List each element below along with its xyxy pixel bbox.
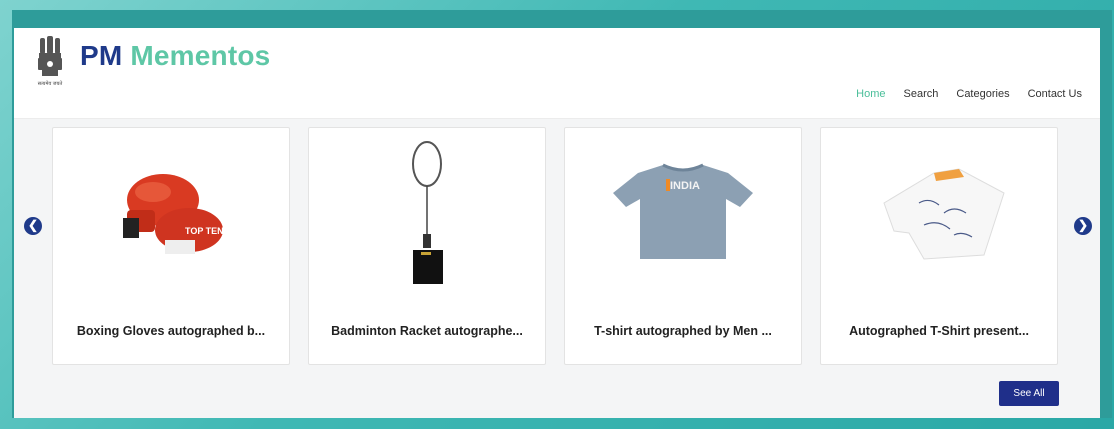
white-tshirt-image bbox=[821, 128, 1057, 298]
nav-contact-us[interactable]: Contact Us bbox=[1028, 88, 1082, 100]
see-all-button[interactable]: See All bbox=[999, 381, 1059, 406]
chevron-left-icon[interactable]: ❮ bbox=[24, 217, 42, 235]
app-window: सत्यमेव जयते PM Mementos Home Search Cat… bbox=[14, 28, 1100, 418]
badminton-racket-image bbox=[309, 128, 545, 298]
nav-home[interactable]: Home bbox=[856, 88, 885, 100]
memento-card[interactable]: INDIA T-shirt autographed by Men ... bbox=[564, 127, 802, 365]
memento-card-title: Autographed T-Shirt present... bbox=[849, 324, 1029, 338]
memento-card[interactable]: Autographed T-Shirt present... bbox=[820, 127, 1058, 365]
memento-card[interactable]: TOP TEN Boxing Gloves autographed b... bbox=[52, 127, 290, 365]
memento-card[interactable]: Badminton Racket autographe... bbox=[308, 127, 546, 365]
memento-card-title: T-shirt autographed by Men ... bbox=[594, 324, 772, 338]
site-title[interactable]: PM Mementos bbox=[80, 40, 270, 72]
shirt-text: INDIA bbox=[670, 180, 700, 192]
chevron-right-icon[interactable]: ❯ bbox=[1074, 217, 1092, 235]
national-emblem-icon: सत्यमेव जयते bbox=[38, 36, 63, 87]
boxing-gloves-image: TOP TEN bbox=[53, 128, 289, 298]
memento-card-title: Badminton Racket autographe... bbox=[331, 324, 523, 338]
site-header: सत्यमेव जयते PM Mementos Home Search Cat… bbox=[14, 28, 1100, 119]
site-title-part2: Mementos bbox=[130, 40, 271, 71]
nav-categories[interactable]: Categories bbox=[956, 88, 1009, 100]
india-tshirt-image: INDIA bbox=[565, 128, 801, 298]
site-title-part1: PM bbox=[80, 40, 123, 71]
memento-card-title: Boxing Gloves autographed b... bbox=[76, 324, 266, 338]
svg-text:TOP TEN: TOP TEN bbox=[185, 226, 224, 236]
carousel-area: ❮ TOP TEN Boxing Gloves autographed b... bbox=[14, 119, 1100, 418]
main-nav: Home Search Categories Contact Us bbox=[856, 88, 1082, 100]
emblem-caption: सत्यमेव जयते bbox=[38, 80, 63, 87]
nav-search[interactable]: Search bbox=[904, 88, 939, 100]
